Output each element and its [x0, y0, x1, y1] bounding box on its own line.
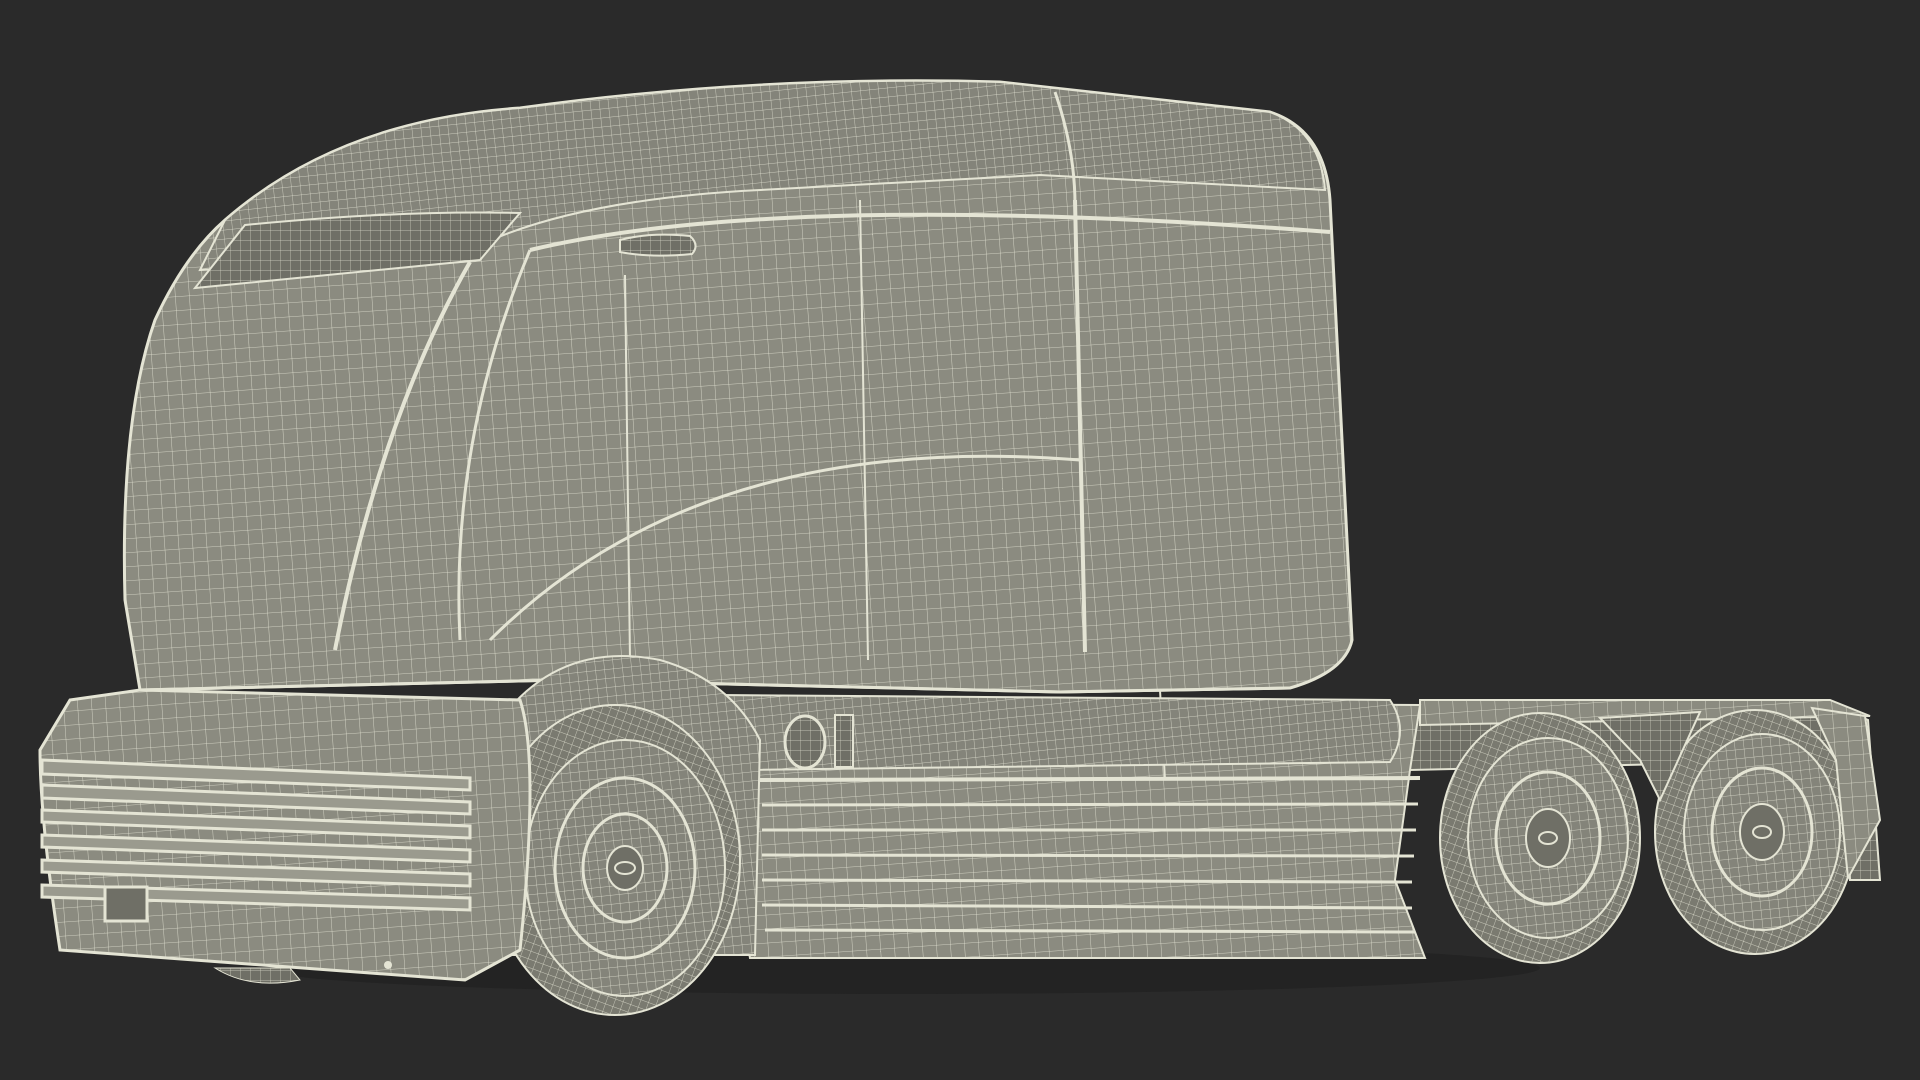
truck-wireframe-render: [38, 79, 1882, 1016]
cab-body: [122, 79, 1354, 694]
front-grille: [38, 688, 532, 982]
side-camera-mirror: [619, 233, 697, 257]
fuel-tank: [718, 693, 1401, 772]
render-viewport: [0, 0, 1920, 1080]
license-plate-mount: [103, 885, 149, 923]
bumper-underside: [213, 967, 301, 984]
rear-wheel-1: [1439, 712, 1641, 964]
